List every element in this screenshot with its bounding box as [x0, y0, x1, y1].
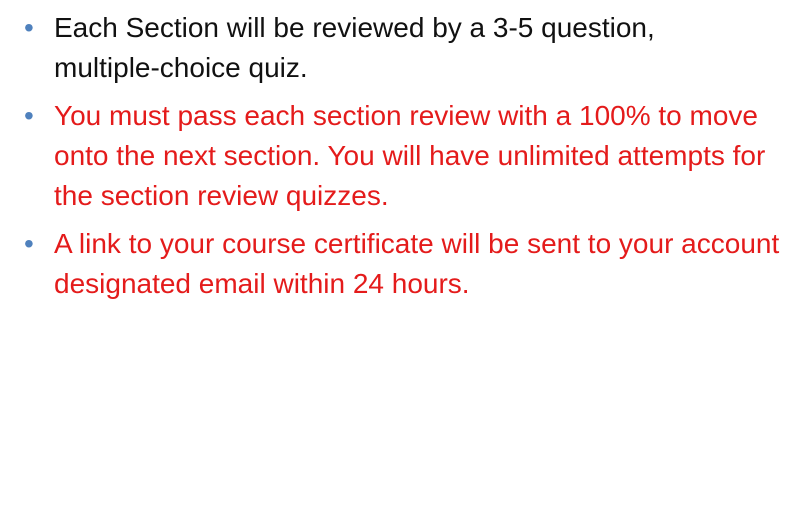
bullet-text-quiz-info: Each Section will be reviewed by a 3-5 q… [54, 12, 655, 83]
bullet-item-3: • A link to your course certificate will… [24, 222, 800, 304]
bullet-marker: • [24, 228, 34, 259]
slide: • Each Section will be reviewed by a 3-5… [0, 0, 808, 509]
bullet-item-1: • Each Section will be reviewed by a 3-5… [24, 6, 800, 88]
bullet-marker: • [24, 12, 34, 43]
bullet-item-2: • You must pass each section review with… [24, 94, 800, 216]
bullet-text-certificate-info: A link to your course certificate will b… [54, 228, 780, 299]
bullet-marker: • [24, 100, 34, 131]
bullet-list: • Each Section will be reviewed by a 3-5… [24, 6, 800, 310]
bullet-text-pass-requirement: You must pass each section review with a… [54, 100, 766, 211]
